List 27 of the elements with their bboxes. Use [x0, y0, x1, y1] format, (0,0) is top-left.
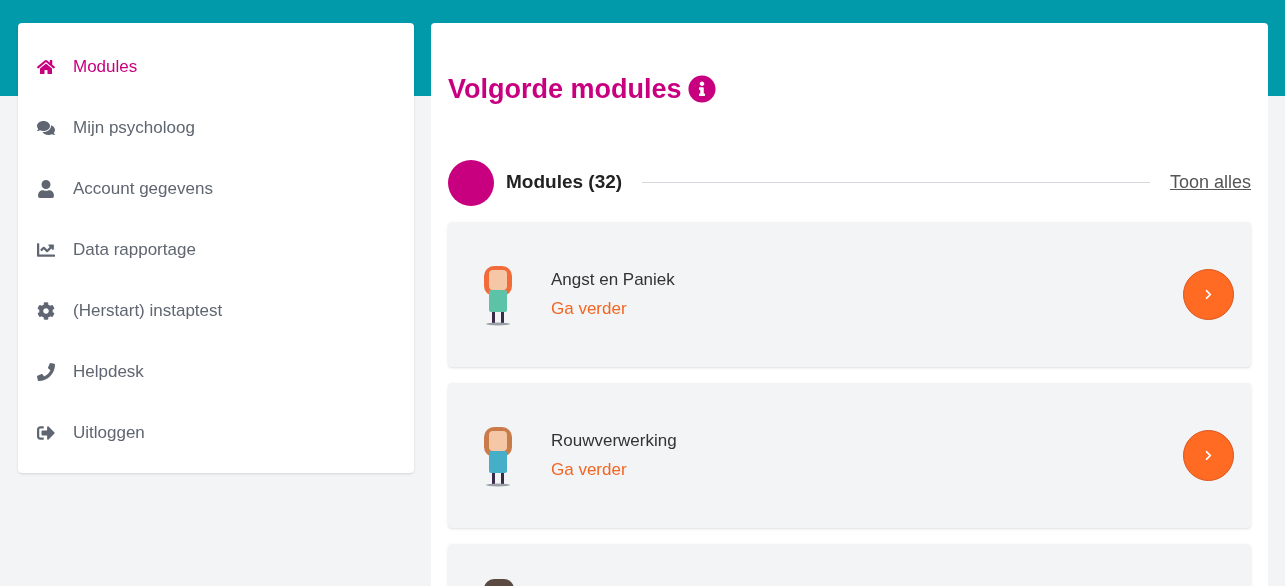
module-title: Angst en Paniek [551, 268, 675, 291]
next-button[interactable] [1183, 429, 1234, 481]
page-title: Volgorde modules [448, 73, 682, 106]
sidebar-item[interactable]: Uitloggen [18, 402, 414, 463]
hair-drawing [484, 578, 514, 586]
sidebar-item[interactable]: (Herstart) instaptest [18, 280, 414, 341]
sidebar-item[interactable]: Mijn psycholoog [18, 97, 414, 158]
info-icon[interactable] [687, 75, 716, 104]
chart-icon [36, 240, 56, 259]
sidebar-item[interactable]: Account gegevens [18, 158, 414, 219]
module-status: Ga verder [551, 459, 628, 481]
sidebar-item[interactable]: Data rapportage [18, 219, 414, 280]
phone-icon [36, 362, 56, 381]
module-title: Rouwverwerking [551, 429, 677, 452]
section-title: Modules (32) [506, 170, 623, 195]
chevron-icon [1203, 449, 1214, 461]
chevron-icon [1203, 288, 1214, 300]
sidebar-item[interactable]: Modules [18, 36, 414, 97]
show-all-link[interactable]: Toon alles [1169, 169, 1251, 196]
settings-icon [36, 301, 56, 320]
next-button[interactable] [1183, 268, 1234, 320]
chat-icon [36, 118, 56, 137]
user-icon [36, 179, 56, 198]
logout-icon [36, 423, 56, 442]
sidebar-item[interactable]: Helpdesk [18, 341, 414, 402]
module-status: Ga verder [551, 298, 628, 320]
home-icon [36, 57, 56, 76]
